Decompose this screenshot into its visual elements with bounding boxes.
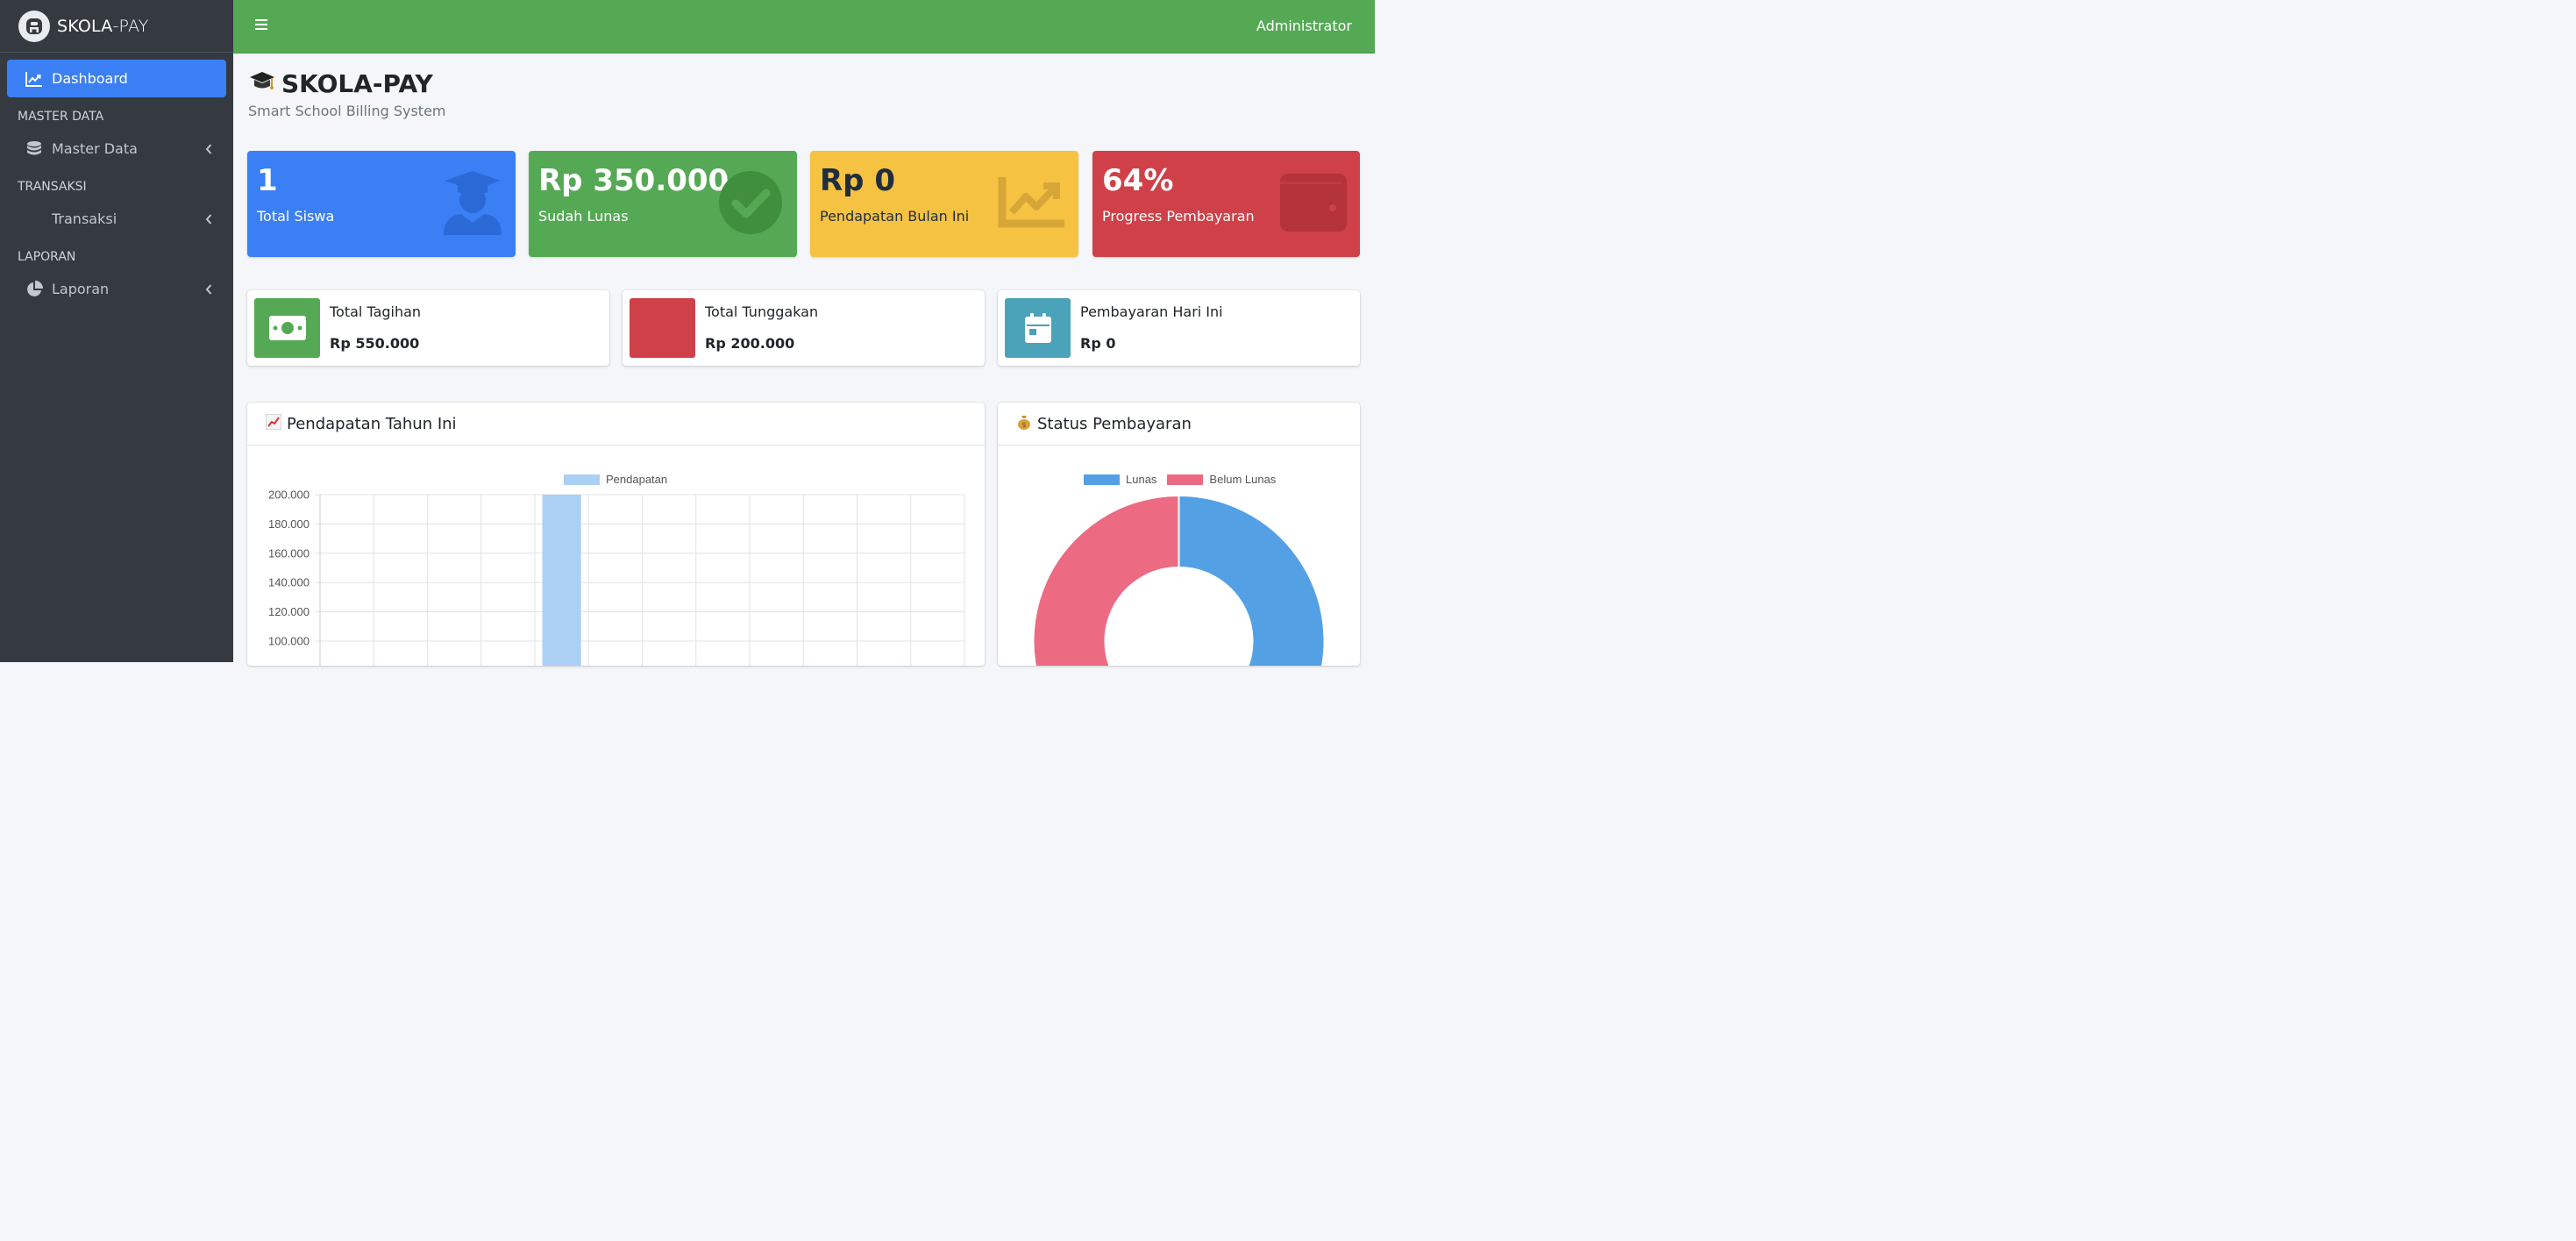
info-value: Rp 550.000 (330, 335, 420, 352)
stat-total-siswa[interactable]: 1 Total Siswa (247, 151, 516, 257)
sidebar-item-laporan[interactable]: Laporan (7, 270, 226, 308)
sidebar-item-transaksi[interactable]: Transaksi (7, 200, 226, 238)
user-graduate-icon (442, 168, 503, 240)
warning-icon (630, 298, 695, 358)
doughnut-chart (1032, 494, 1326, 666)
chart-pie-icon (25, 280, 44, 299)
info-pembayaran-hari-ini[interactable]: Pembayaran Hari Ini Rp 0 (998, 290, 1360, 366)
bar (542, 495, 581, 666)
chart-line-icon (998, 175, 1066, 232)
info-label: Total Tunggakan (705, 303, 819, 320)
brand-logo (18, 10, 50, 42)
card-pendapatan: Pendapatan Tahun Ini Pendapatan 200.000 1… (247, 403, 985, 666)
y-tick-label: 120.000 (268, 605, 310, 618)
money-bill-icon (254, 298, 320, 358)
doughnut-slice (1032, 494, 1180, 666)
page-heading: SKOLA-PAY (281, 68, 433, 98)
nav-header-laporan: LAPORAN (18, 250, 76, 264)
user-menu[interactable]: Administrator (1256, 18, 1352, 34)
y-tick-label: 160.000 (268, 546, 310, 560)
sidebar-item-label: Master Data (52, 140, 138, 157)
stat-sudah-lunas[interactable]: Rp 350.000 Sudah Lunas (529, 151, 797, 257)
topbar: Administrator (233, 0, 1375, 53)
chevron-left-icon (205, 211, 212, 228)
graduation-cap-icon (248, 68, 276, 98)
info-label: Total Tagihan (330, 303, 422, 320)
page-title: SKOLA-PAY (248, 68, 433, 98)
info-label: Pembayaran Hari Ini (1080, 303, 1223, 320)
y-tick-label: 180.000 (268, 517, 310, 531)
check-circle-icon (718, 170, 783, 239)
card-status-pembayaran: $ Status Pembayaran Lunas Belum Lunas (998, 403, 1360, 666)
sidebar-item-master-data[interactable]: Master Data (7, 130, 226, 168)
info-value: Rp 0 (1080, 335, 1116, 352)
info-total-tagihan[interactable]: Total Tagihan Rp 550.000 (247, 290, 609, 366)
brand[interactable]: SKOLA-PAY (0, 0, 233, 53)
stat-progress-pembayaran[interactable]: 64% Progress Pembayaran (1092, 151, 1360, 257)
chevron-left-icon (205, 141, 212, 158)
transaction-icon (25, 210, 44, 229)
sidebar-item-label: Transaksi (52, 210, 117, 227)
brand-name: SKOLA-PAY (57, 16, 149, 36)
sidebar-item-label: Laporan (52, 281, 110, 297)
stat-pendapatan-bulan-ini[interactable]: Rp 0 Pendapatan Bulan Ini (810, 151, 1078, 257)
y-tick-label: 140.000 (268, 576, 310, 589)
y-tick-label: 200.000 (268, 489, 310, 502)
page-subtitle: Smart School Billing System (248, 103, 446, 119)
calendar-icon (1005, 298, 1071, 358)
hamburger-menu-icon[interactable] (254, 18, 268, 35)
chevron-left-icon (205, 282, 212, 298)
info-value: Rp 200.000 (705, 335, 795, 352)
sidebar-nav: Dashboard MASTER DATA Master Data TRANSA… (0, 53, 233, 308)
nav-header-transaksi: TRANSAKSI (18, 180, 87, 194)
bar-chart: 200.000 180.000 160.000 140.000 120.000 100.0… (268, 489, 965, 666)
wallet-icon (1280, 174, 1347, 235)
chart-line-icon (25, 69, 44, 89)
sidebar-item-label: Dashboard (52, 70, 128, 87)
sidebar-item-dashboard[interactable]: Dashboard (7, 60, 226, 97)
y-tick-label: 100.000 (268, 635, 310, 648)
sidebar: SKOLA-PAY Dashboard MASTER DATA Master D… (0, 0, 233, 662)
database-icon (25, 139, 44, 159)
info-total-tunggakan[interactable]: Total Tunggakan Rp 200.000 (623, 290, 985, 366)
nav-header-master: MASTER DATA (18, 110, 104, 124)
